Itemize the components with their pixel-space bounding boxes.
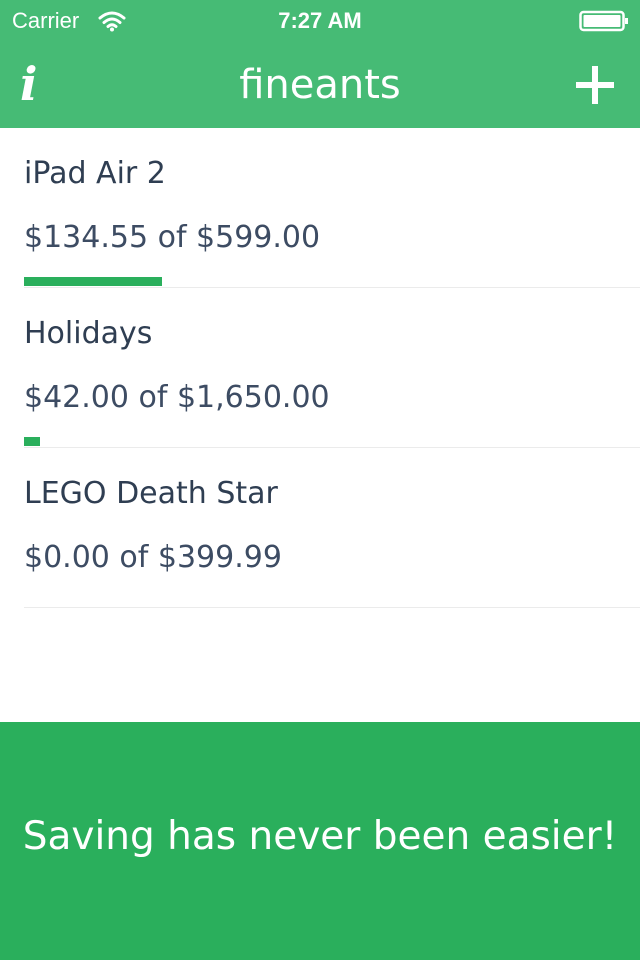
goal-progress-bar	[24, 277, 640, 286]
promo-banner: Saving has never been easier!	[0, 722, 640, 960]
navigation-bar: i fineants	[0, 40, 640, 128]
goal-row[interactable]: LEGO Death Star $0.00 of $399.99	[24, 448, 640, 608]
goal-row[interactable]: iPad Air 2 $134.55 of $599.00	[24, 128, 640, 288]
goal-progress-bar	[24, 597, 640, 606]
goal-name: Holidays	[24, 316, 153, 351]
battery-icon	[579, 10, 628, 32]
status-bar: Carrier 7:27 AM	[0, 0, 640, 40]
plus-icon	[576, 66, 614, 104]
goal-progress-bar	[24, 437, 640, 446]
app-header: Carrier 7:27 AM i fineants	[0, 0, 640, 128]
goal-amount: $42.00 of $1,650.00	[24, 380, 330, 415]
goal-amount: $134.55 of $599.00	[24, 220, 321, 255]
goal-amount: $0.00 of $399.99	[24, 540, 282, 575]
app-title: fineants	[239, 62, 401, 108]
goal-row[interactable]: Holidays $42.00 of $1,650.00	[24, 288, 640, 448]
goal-progress-fill	[24, 277, 163, 286]
banner-text: Saving has never been easier!	[22, 814, 618, 859]
goal-list: iPad Air 2 $134.55 of $599.00 Holidays $…	[0, 128, 640, 608]
status-time: 7:27 AM	[278, 8, 362, 33]
add-goal-button[interactable]	[572, 62, 618, 108]
goal-progress-fill	[24, 437, 40, 446]
goal-name: iPad Air 2	[24, 156, 166, 191]
goal-name: LEGO Death Star	[24, 476, 278, 511]
